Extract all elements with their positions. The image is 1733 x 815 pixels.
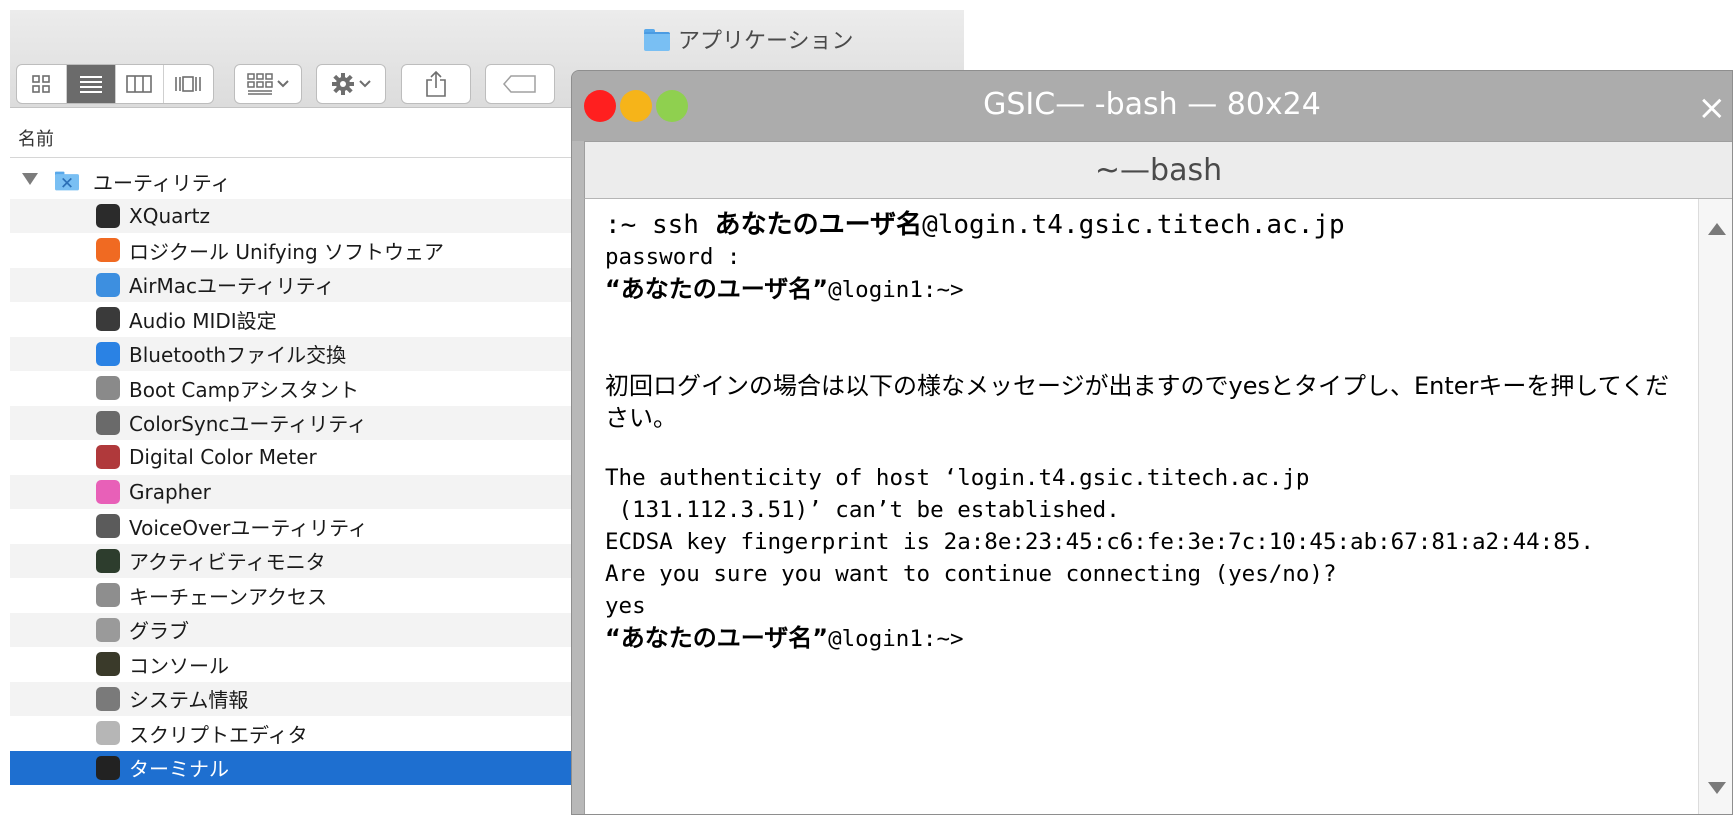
icon-view-button[interactable]	[17, 65, 67, 103]
prompt-username: “あなたのユーザ名”	[605, 624, 829, 652]
folder-icon	[644, 29, 670, 51]
file-name: AirMacユーティリティ	[129, 274, 335, 299]
folder-name: ユーティリティ	[93, 170, 231, 195]
terminal-line-msg1: The authenticity of host ‘login.t4.gsic.…	[605, 465, 1310, 491]
action-button[interactable]	[316, 64, 386, 104]
coverflow-icon	[175, 76, 202, 92]
blank-spacer	[605, 306, 1678, 370]
terminal-line-prompt-1: “あなたのユーザ名”@login1:~>	[605, 273, 1678, 306]
chevron-down-icon	[277, 80, 289, 88]
scroll-up-arrow-icon[interactable]	[1708, 223, 1726, 235]
coverflow-view-button[interactable]	[164, 65, 213, 103]
terminal-line-yes: yes	[605, 593, 646, 619]
color-meter-icon	[96, 445, 120, 470]
ssh-host: @login.t4.gsic.titech.ac.jp	[922, 210, 1345, 240]
terminal-icon	[96, 755, 120, 780]
script-editor-icon	[96, 721, 120, 746]
file-name: アクティビティモニタ	[129, 550, 326, 575]
scroll-down-arrow-icon[interactable]	[1708, 782, 1726, 794]
xquartz-icon	[96, 203, 120, 228]
terminal-line-ssh: :~ ssh あなたのユーザ名@login.t4.gsic.titech.ac.…	[605, 209, 1678, 241]
share-button[interactable]	[401, 64, 471, 104]
columns-icon	[126, 75, 153, 93]
bootcamp-disk-icon	[96, 376, 120, 401]
file-name: ロジクール Unifying ソフトウェア	[129, 239, 445, 264]
terminal-tab[interactable]: ~—bash	[584, 141, 1732, 199]
prompt-username: “あなたのユーザ名”	[605, 275, 829, 303]
keychain-icon	[96, 583, 120, 608]
file-name: スクリプトエディタ	[129, 722, 308, 747]
logitech-unifying-icon	[96, 238, 120, 263]
grid-icon	[32, 75, 51, 93]
file-name: Audio MIDI設定	[129, 308, 277, 333]
list-view-button[interactable]	[66, 65, 116, 103]
file-name: Grapher	[129, 479, 211, 504]
file-name: XQuartz	[129, 203, 210, 228]
colorsync-tools-icon	[96, 410, 120, 435]
terminal-tab-label: ~—bash	[1094, 152, 1223, 188]
file-name: Bluetoothファイル交換	[129, 343, 347, 368]
prompt-suffix: @login1:~>	[828, 626, 964, 652]
system-information-icon	[96, 686, 120, 711]
console-icon	[96, 652, 120, 677]
file-name: システム情報	[129, 688, 249, 713]
file-name: ColorSyncユーティリティ	[129, 412, 368, 437]
blank-spacer	[605, 434, 1678, 462]
gear-icon	[332, 73, 354, 95]
arrange-button[interactable]	[234, 64, 302, 104]
wifi-icon	[96, 272, 120, 297]
ssh-username-placeholder: あなたのユーザ名	[714, 210, 923, 240]
prompt-suffix: @login1:~>	[828, 277, 964, 303]
file-name: VoiceOverユーティリティ	[129, 515, 368, 540]
view-mode-segmented	[16, 64, 214, 104]
file-name: コンソール	[129, 653, 229, 678]
terminal-scrollbar[interactable]	[1698, 199, 1732, 814]
share-icon	[426, 71, 446, 97]
chevron-down-icon	[359, 80, 371, 88]
terminal-line-msg3: ECDSA key fingerprint is 2a:8e:23:45:c6:…	[605, 529, 1594, 555]
window-title-text: アプリケーション	[678, 29, 854, 54]
close-icon[interactable]: ×	[1698, 91, 1727, 125]
activity-monitor-icon	[96, 548, 120, 573]
terminal-title: GSIC— -bash — 80x24	[983, 87, 1321, 122]
piano-keyboard-icon	[96, 307, 120, 332]
terminal-window: GSIC— -bash — 80x24 × ~—bash :~ ssh あなたの…	[571, 70, 1733, 815]
file-name: ターミナル	[129, 757, 229, 782]
list-icon	[79, 76, 102, 93]
grapher-icon	[96, 479, 120, 504]
file-name: グラブ	[129, 619, 189, 644]
grab-icon	[96, 617, 120, 642]
file-name: Digital Color Meter	[129, 445, 317, 470]
disclosure-triangle-icon[interactable]	[22, 173, 38, 185]
terminal-note: 初回ログインの場合は以下の様なメッセージが出ますのでyesとタイプし、Enter…	[605, 372, 1669, 432]
bluetooth-icon	[96, 341, 120, 366]
terminal-output[interactable]: :~ ssh あなたのユーザ名@login.t4.gsic.titech.ac.…	[584, 199, 1698, 814]
terminal-line-msg2: (131.112.3.51)’ can’t be established.	[605, 497, 1120, 523]
terminal-line-msg4: Are you sure you want to continue connec…	[605, 561, 1337, 587]
voiceover-icon	[96, 514, 120, 539]
tags-button[interactable]	[485, 64, 555, 104]
ssh-command-prefix: :~ ssh	[605, 210, 715, 240]
terminal-line-prompt-2: “あなたのユーザ名”@login1:~>	[605, 622, 1678, 655]
arrange-icon	[247, 73, 273, 95]
terminal-titlebar[interactable]: GSIC— -bash — 80x24 ×	[572, 71, 1732, 141]
column-header-label: 名前	[18, 128, 54, 150]
file-name: Boot Campアシスタント	[129, 377, 359, 402]
tag-icon	[503, 75, 536, 93]
terminal-line-password: password :	[605, 244, 741, 270]
file-name: キーチェーンアクセス	[129, 584, 327, 609]
utilities-folder-icon	[55, 169, 79, 193]
window-title: アプリケーション	[644, 24, 854, 54]
column-view-button[interactable]	[116, 65, 164, 103]
